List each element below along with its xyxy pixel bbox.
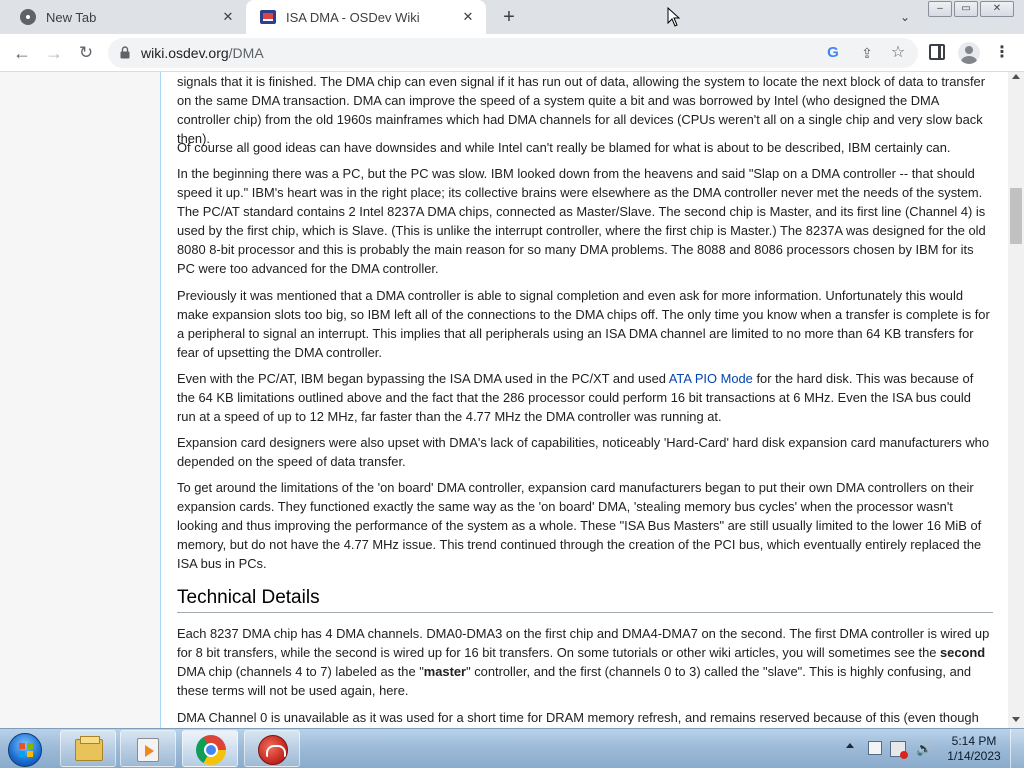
paragraph: Previously it was mentioned that a DMA c… [177, 288, 990, 360]
osdev-favicon-icon [260, 10, 276, 24]
chrome-icon [20, 9, 36, 25]
taskbar-chrome-button[interactable] [182, 730, 238, 767]
bookmark-star-icon[interactable]: ☆ [889, 44, 907, 62]
bold-text: master [423, 664, 467, 679]
media-player-icon [137, 738, 159, 762]
close-window-button[interactable]: ✕ [980, 1, 1014, 17]
minimize-button[interactable]: – [928, 1, 952, 17]
url-host: wiki.osdev.org [141, 45, 229, 61]
taskbar-media-player-button[interactable] [120, 730, 176, 767]
paragraph: In the beginning there was a PC, but the… [177, 166, 986, 276]
bold-text: second [940, 645, 986, 660]
red-app-icon [258, 735, 288, 765]
article-content: signals that it is finished. The DMA chi… [160, 72, 1008, 728]
paragraph: Of course all good ideas can have downsi… [177, 140, 951, 155]
browser-toolbar: ← → ↻ wiki.osdev.org/DMA G ⇪ ☆ ⋮ [0, 34, 1024, 72]
clock-date: 1/14/2023 [947, 749, 1001, 763]
paragraph: DMA Channel 0 is unavailable as it was u… [177, 710, 979, 725]
system-clock[interactable]: 5:14 PM 1/14/2023 [936, 734, 1012, 764]
tab-search-button[interactable]: ⌄ [896, 8, 914, 26]
volume-icon[interactable]: 🔊 [916, 741, 932, 757]
ata-pio-mode-link[interactable]: ATA PIO Mode [669, 371, 753, 386]
tab-title: ISA DMA - OSDev Wiki [286, 9, 420, 25]
show-desktop-button[interactable] [1010, 729, 1024, 768]
forward-button[interactable]: → [42, 41, 66, 65]
text-run: Each 8237 DMA chip has 4 DMA channels. D… [177, 626, 990, 660]
section-heading: Technical Details [177, 586, 993, 613]
paragraph: Each 8237 DMA chip has 4 DMA channels. D… [177, 624, 993, 700]
tab-isa-dma[interactable]: ISA DMA - OSDev Wiki ✕ [246, 0, 486, 34]
clock-time: 5:14 PM [951, 734, 997, 748]
tab-new-tab[interactable]: New Tab ✕ [6, 0, 247, 34]
windows-taskbar: 🔊 5:14 PM 1/14/2023 [0, 728, 1024, 768]
side-panel-icon[interactable] [929, 44, 945, 60]
taskbar-app-button[interactable] [244, 730, 300, 767]
text-run: Even with the PC/AT, IBM began bypassing… [177, 371, 669, 386]
maximize-button[interactable]: ▭ [954, 1, 978, 17]
scroll-down-arrow-icon[interactable] [1012, 717, 1020, 722]
wiki-sidebar [0, 72, 160, 728]
browser-menu-button[interactable]: ⋮ [994, 41, 1010, 65]
profile-avatar[interactable] [958, 42, 980, 64]
system-tray: 🔊 5:14 PM 1/14/2023 [840, 729, 1024, 768]
vertical-scrollbar[interactable] [1008, 72, 1024, 728]
taskbar-explorer-button[interactable] [60, 730, 116, 767]
action-center-flag-icon[interactable] [868, 741, 882, 755]
new-tab-button[interactable]: + [498, 6, 520, 28]
lock-icon[interactable] [120, 46, 130, 59]
url-path: /DMA [228, 45, 264, 61]
google-translate-icon[interactable]: G [824, 44, 842, 62]
close-tab-icon[interactable]: ✕ [460, 9, 476, 25]
back-button[interactable]: ← [10, 41, 34, 65]
start-button[interactable] [4, 731, 48, 767]
paragraph: Even with the PC/AT, IBM began bypassing… [177, 369, 993, 426]
url-text[interactable]: wiki.osdev.org/DMA [141, 45, 264, 61]
close-tab-icon[interactable]: ✕ [220, 9, 236, 25]
folder-icon [75, 736, 103, 761]
network-icon[interactable] [890, 741, 908, 759]
scroll-up-arrow-icon[interactable] [1012, 74, 1020, 79]
text-run: DMA chip (channels 4 to 7) labeled as th… [177, 664, 424, 679]
mouse-cursor-icon [667, 7, 681, 27]
paragraph: Expansion card designers were also upset… [177, 435, 990, 469]
page-viewport: signals that it is finished. The DMA chi… [0, 72, 1024, 728]
chrome-icon [196, 735, 226, 765]
scrollbar-thumb[interactable] [1010, 188, 1022, 244]
reload-button[interactable]: ↻ [74, 41, 98, 65]
windows-logo-icon [8, 733, 42, 767]
share-icon[interactable]: ⇪ [858, 44, 876, 62]
address-bar[interactable]: wiki.osdev.org/DMA G ⇪ ☆ [108, 38, 918, 68]
show-hidden-icons-arrow-icon[interactable] [846, 743, 854, 748]
tab-title: New Tab [46, 9, 97, 25]
paragraph: To get around the limitations of the 'on… [177, 480, 982, 571]
tab-strip: New Tab ✕ ISA DMA - OSDev Wiki ✕ + ⌄ – ▭… [0, 0, 1024, 34]
paragraph: signals that it is finished. The DMA chi… [177, 74, 986, 146]
